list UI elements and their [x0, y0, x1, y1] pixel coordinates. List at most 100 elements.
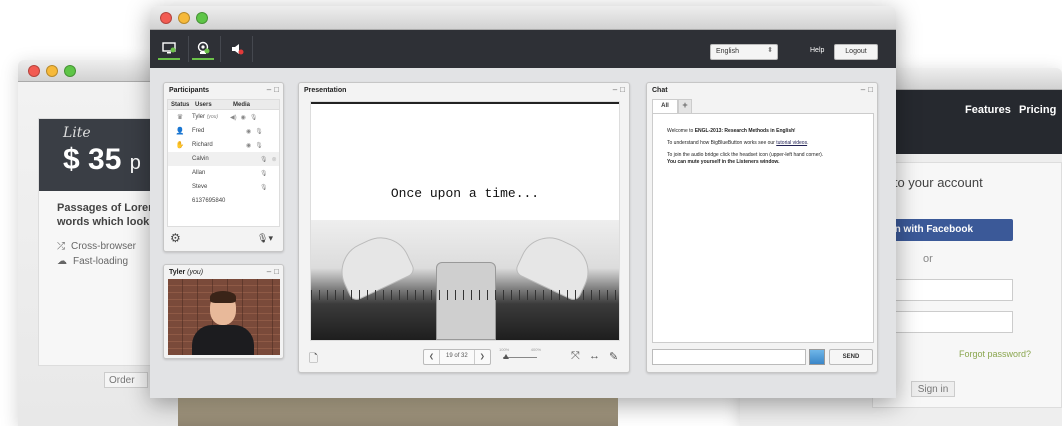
shuffle-icon: ⤮	[57, 241, 65, 252]
chat-panel: Chat – □ All + Welcome to ENGL-2013: Res…	[646, 82, 878, 373]
participants-panel: Participants – □ Status Users Media ♛ Ty…	[163, 82, 284, 252]
mic-muted-icon[interactable]: 🎙	[260, 170, 268, 177]
select-arrows-icon: ⬍	[767, 47, 773, 54]
nav-features[interactable]: Features	[965, 104, 1011, 116]
webcam-person-hair	[210, 291, 236, 303]
webcam-icon[interactable]	[192, 38, 214, 60]
mic-icon[interactable]: 🎙	[250, 114, 258, 121]
next-page-button[interactable]: ❯	[475, 350, 490, 364]
speaker-icon: ◀)	[230, 114, 237, 121]
panel-title: Presentation	[304, 87, 347, 94]
tutorial-videos-link[interactable]: tutorial videos	[776, 140, 807, 146]
mic-icon[interactable]: 🎙	[255, 128, 263, 135]
or-divider: or	[923, 253, 933, 265]
language-select[interactable]: English ⬍	[710, 44, 778, 60]
cloud-icon: ☁	[57, 256, 67, 267]
workspace: Participants – □ Status Users Media ♛ Ty…	[150, 68, 896, 398]
minimize-panel-icon[interactable]: –	[861, 85, 865, 94]
mic-menu-icon[interactable]: 🎙▾	[257, 233, 273, 244]
forgot-password-link[interactable]: Forgot password?	[959, 349, 1031, 359]
audio-icon[interactable]	[226, 38, 248, 60]
participant-row[interactable]: 👤 Fred ◉ 🎙	[168, 124, 279, 138]
help-link[interactable]: Help	[810, 47, 824, 54]
previous-page-button[interactable]: ❮	[424, 350, 439, 364]
fit-to-page-icon[interactable]: ⤧	[571, 350, 580, 363]
minimize-panel-icon[interactable]: –	[267, 85, 271, 94]
column-header[interactable]: Status	[168, 100, 192, 109]
mic-muted-icon[interactable]: 🎙	[255, 142, 263, 149]
maximize-panel-icon[interactable]: □	[274, 85, 279, 94]
sign-in-button[interactable]: Sign in	[911, 381, 955, 397]
column-header[interactable]: Users	[192, 100, 230, 109]
chat-tabs: All +	[652, 99, 692, 113]
presentation-slide: Once upon a time...	[310, 101, 620, 341]
panel-title: Chat	[652, 87, 668, 94]
text-color-picker[interactable]	[809, 349, 825, 365]
chat-message: To join the audio bridge click the heads…	[667, 152, 824, 165]
zoom-icon[interactable]	[196, 12, 208, 24]
settings-gear-icon[interactable]: ⚙	[170, 231, 181, 245]
maximize-panel-icon[interactable]: □	[274, 267, 279, 276]
webcam-icon: ◉	[246, 142, 252, 149]
webcam-person-body	[192, 325, 254, 355]
annotate-pencil-icon[interactable]: ✎	[609, 350, 618, 363]
webcam-video	[168, 279, 280, 355]
minimize-icon[interactable]	[178, 12, 190, 24]
panel-title: Participants	[169, 87, 210, 94]
fit-to-width-icon[interactable]: ↔	[589, 350, 600, 362]
column-header[interactable]: Media	[230, 100, 250, 109]
webcam-icon: ◉	[240, 114, 246, 121]
minimize-panel-icon[interactable]: –	[613, 85, 617, 94]
panel-title: Tyler (you)	[169, 269, 204, 276]
mic-muted-icon[interactable]: 🎙	[260, 156, 268, 163]
kick-user-icon[interactable]: ⊗	[272, 156, 277, 163]
close-icon[interactable]	[28, 65, 40, 77]
toolbar-separator	[252, 36, 253, 62]
page-navigator: ❮ 19 of 32 ❯	[423, 349, 491, 365]
panel-controls: – □	[267, 267, 279, 276]
close-icon[interactable]	[160, 12, 172, 24]
chat-messages: Welcome to ENGL-2013: Research Methods i…	[652, 113, 874, 343]
login-box: n to your account n in with Facebook or …	[872, 162, 1062, 408]
chat-input[interactable]	[652, 349, 806, 365]
order-button[interactable]: Order	[104, 372, 148, 388]
table-header: Status Users Media	[168, 100, 279, 110]
participant-row[interactable]: Steve 🎙	[168, 180, 279, 194]
desktop-share-icon[interactable]	[158, 38, 180, 60]
mic-muted-icon[interactable]: 🎙	[260, 184, 268, 191]
zoom-labels: 100% 400%	[499, 347, 541, 352]
toolbar-separator	[220, 36, 221, 62]
login-title: n to your account	[883, 175, 983, 190]
minimize-panel-icon[interactable]: –	[267, 267, 271, 276]
logout-button[interactable]: Logout	[834, 44, 878, 60]
presenter-icon: ♛	[176, 114, 184, 121]
presentation-toolbar: 🗋 ❮ 19 of 32 ❯ 100% 400% ⤧ ↔ ✎	[299, 345, 629, 369]
zoom-icon[interactable]	[64, 65, 76, 77]
panel-controls: – □	[267, 85, 279, 94]
minimize-icon[interactable]	[46, 65, 58, 77]
participant-row[interactable]: Allan 🎙	[168, 166, 279, 180]
maximize-panel-icon[interactable]: □	[868, 85, 873, 94]
page-number[interactable]: 19 of 32	[439, 350, 475, 364]
send-button[interactable]: SEND	[829, 349, 873, 365]
nav-pricing[interactable]: Pricing	[1019, 104, 1056, 116]
upload-document-icon[interactable]: 🗋	[309, 350, 318, 369]
participant-row[interactable]: Calvin 🎙 ⊗	[168, 152, 279, 166]
panel-controls: – □	[861, 85, 873, 94]
zoom-slider-handle[interactable]	[503, 354, 509, 359]
maximize-panel-icon[interactable]: □	[620, 85, 625, 94]
moderator-icon: 👤	[175, 128, 185, 135]
add-chat-tab-icon[interactable]: +	[678, 99, 692, 113]
raise-hand-icon: ✋	[175, 142, 185, 149]
webcam-icon: ◉	[246, 128, 252, 135]
participant-row[interactable]: ✋ Richard ◉ 🎙	[168, 138, 279, 152]
slide-text: Once upon a time...	[390, 186, 540, 201]
webcam-panel: Tyler (you) – □	[163, 264, 284, 359]
background-image-strip	[178, 398, 618, 426]
participant-row[interactable]: 6137695840	[168, 194, 279, 208]
participant-row[interactable]: ♛ Tyler (you) ◀) ◉ 🎙	[168, 110, 279, 124]
tab-all[interactable]: All	[652, 99, 678, 113]
typewriter-image	[311, 220, 619, 340]
typewriter-center	[436, 262, 496, 340]
panel-controls: – □	[613, 85, 625, 94]
